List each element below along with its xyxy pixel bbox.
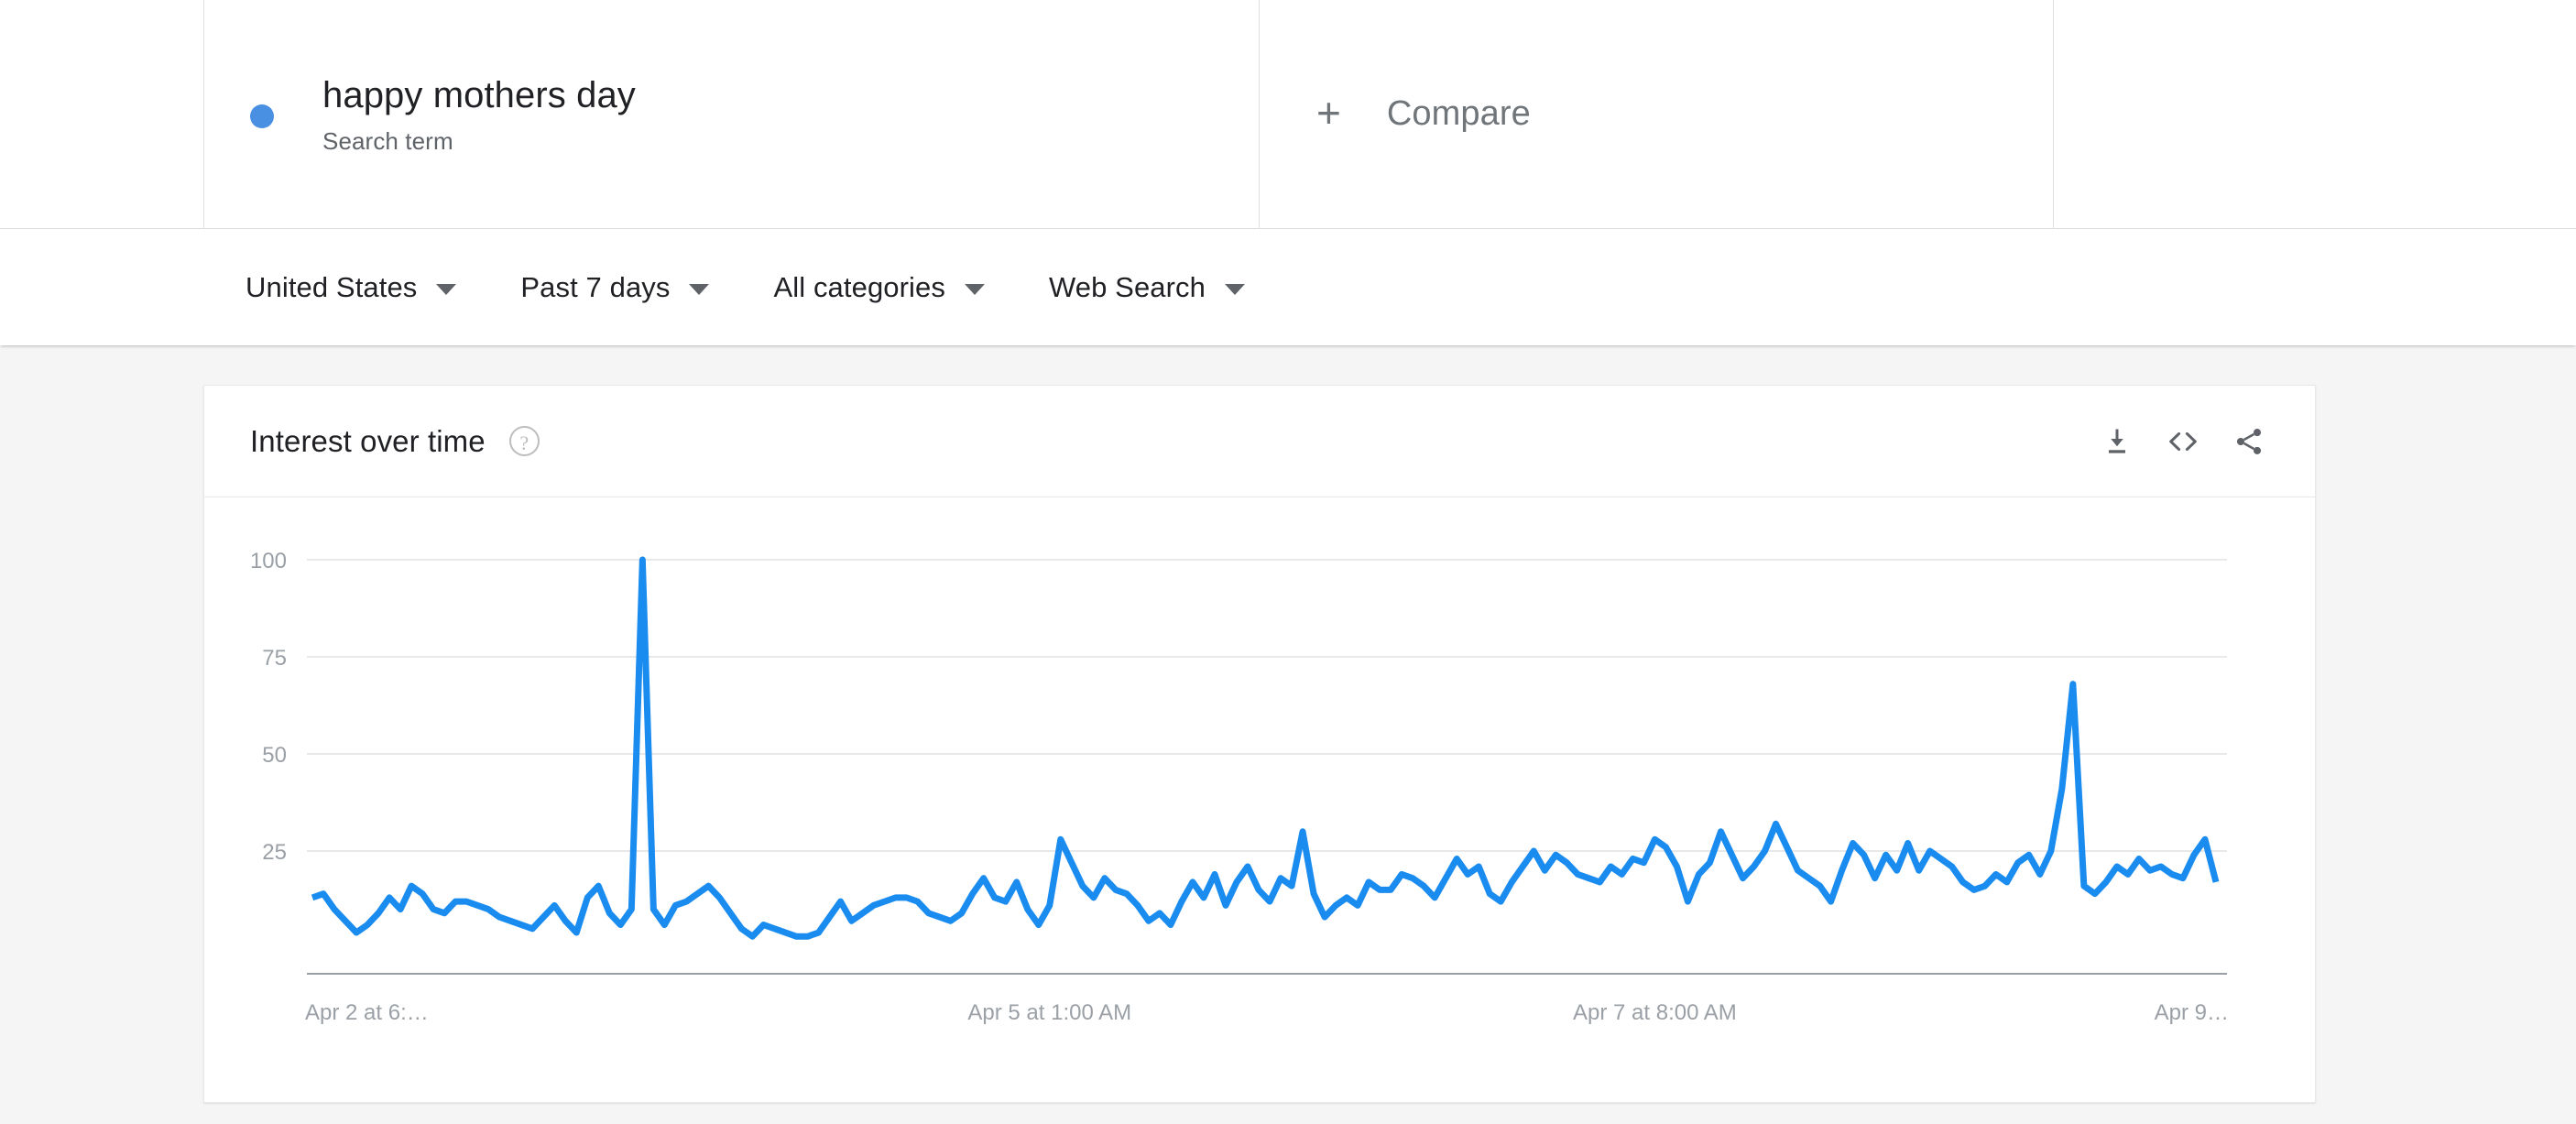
x-axis-tick: Apr 5 at 1:00 AM <box>967 1000 1131 1025</box>
y-axis-tick: 100 <box>250 549 287 573</box>
series-line-happy-mothers-day <box>311 556 2220 940</box>
chevron-down-icon <box>436 283 457 295</box>
page-title: Interest over time <box>250 423 486 458</box>
download-icon[interactable] <box>2084 409 2150 475</box>
chevron-down-icon <box>964 283 985 295</box>
search-term-title: happy mothers day <box>322 74 636 115</box>
x-axis-tick: Apr 7 at 8:00 AM <box>1573 1000 1737 1025</box>
filter-bar: United States Past 7 days All categories… <box>0 229 2576 345</box>
filter-search-type-label: Web Search <box>1048 270 1206 303</box>
page-body: Interest over time ? 100 75 50 25 Apr 2 … <box>0 345 2576 1124</box>
compare-button[interactable]: + Compare <box>1259 0 2054 228</box>
left-gutter <box>0 0 203 228</box>
search-term-bar: happy mothers day Search term + Compare <box>0 0 2576 229</box>
search-term-type: Search term <box>322 126 453 155</box>
y-axis-tick: 75 <box>262 646 287 671</box>
interest-over-time-chart[interactable]: 100 75 50 25 Apr 2 at 6:… Apr 5 at 1:00 AM Apr… <box>204 497 2315 1102</box>
filter-time-range-label: Past 7 days <box>520 270 671 303</box>
interest-over-time-card: Interest over time ? 100 75 50 25 Apr 2 … <box>203 385 2316 1103</box>
embed-icon[interactable] <box>2150 409 2216 475</box>
x-axis-tick: Apr 2 at 6:… <box>305 1000 429 1025</box>
filter-category[interactable]: All categories <box>773 271 985 304</box>
chevron-down-icon <box>689 283 710 295</box>
plus-icon: + <box>1316 88 1341 136</box>
chart-canvas: 100 75 50 25 Apr 2 at 6:… Apr 5 at 1:00 AM Apr… <box>250 549 2229 1025</box>
help-icon[interactable]: ? <box>508 426 540 456</box>
compare-label: Compare <box>1386 94 1531 133</box>
search-term-cell[interactable]: happy mothers day Search term <box>203 0 1259 228</box>
series-color-dot <box>250 104 274 128</box>
filter-location-label: United States <box>246 270 418 303</box>
x-axis-tick: Apr 9… <box>2155 1000 2229 1025</box>
right-gutter <box>2053 0 2576 228</box>
card-header: Interest over time ? <box>204 386 2315 497</box>
y-axis-tick: 25 <box>262 840 287 865</box>
share-icon[interactable] <box>2216 409 2282 475</box>
filter-time-range[interactable]: Past 7 days <box>520 270 710 304</box>
filter-category-label: All categories <box>773 270 945 303</box>
filter-location[interactable]: United States <box>246 270 457 304</box>
y-axis-tick: 50 <box>262 743 287 768</box>
filter-search-type[interactable]: Web Search <box>1049 271 1245 304</box>
chevron-down-icon <box>1225 283 1245 295</box>
card-actions <box>2084 409 2282 475</box>
